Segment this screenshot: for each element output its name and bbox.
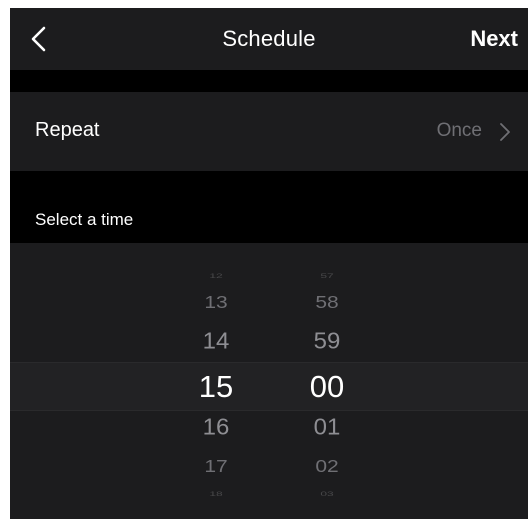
repeat-value: Once xyxy=(436,120,482,141)
section-title: Select a time xyxy=(35,210,134,229)
hour-option[interactable]: 13 xyxy=(186,294,246,311)
minute-column[interactable]: 57 58 59 00 01 02 03 xyxy=(297,243,357,519)
time-picker[interactable]: 12 13 14 15 16 17 18 57 58 59 00 01 02 0… xyxy=(10,243,528,519)
hour-column[interactable]: 12 13 14 15 16 17 18 xyxy=(186,243,246,519)
hour-option[interactable]: 16 xyxy=(186,416,246,440)
repeat-row[interactable]: Repeat Once xyxy=(10,92,528,171)
chevron-right-icon xyxy=(498,122,512,142)
next-button[interactable]: Next xyxy=(470,26,518,52)
minute-option[interactable]: 58 xyxy=(297,294,357,311)
hour-option[interactable]: 12 xyxy=(186,273,246,280)
minute-option[interactable]: 57 xyxy=(297,273,357,280)
hour-option[interactable]: 17 xyxy=(186,458,246,475)
minute-option[interactable]: 01 xyxy=(297,416,357,440)
minute-option[interactable]: 59 xyxy=(297,330,357,354)
page-title: Schedule xyxy=(222,26,316,51)
selected-hour[interactable]: 15 xyxy=(186,371,246,402)
hour-option[interactable]: 14 xyxy=(186,330,246,354)
nav-bar: Schedule Next xyxy=(10,8,528,70)
repeat-label: Repeat xyxy=(35,119,100,141)
minute-option[interactable]: 03 xyxy=(297,491,357,498)
hour-option[interactable]: 18 xyxy=(186,491,246,498)
minute-option[interactable]: 02 xyxy=(297,458,357,475)
schedule-screen: Schedule Next Repeat Once Select a time … xyxy=(10,8,528,519)
selected-minute[interactable]: 00 xyxy=(297,371,357,402)
selection-highlight xyxy=(10,362,528,411)
